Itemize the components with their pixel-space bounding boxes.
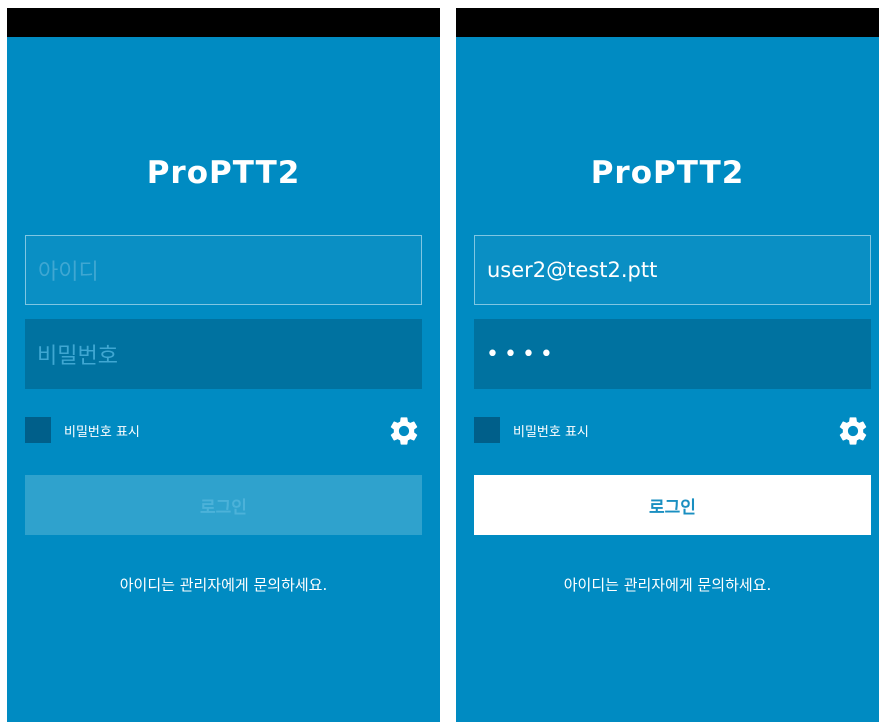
id-input[interactable]: 아이디 bbox=[25, 235, 422, 305]
id-input-value: user2@test2.ptt bbox=[487, 258, 658, 282]
password-input[interactable]: •••• bbox=[474, 319, 871, 389]
show-password-checkbox[interactable] bbox=[474, 417, 500, 443]
help-text: 아이디는 관리자에게 문의하세요. bbox=[119, 576, 328, 594]
gear-icon[interactable] bbox=[387, 414, 421, 448]
id-input-placeholder: 아이디 bbox=[38, 260, 99, 285]
gear-icon[interactable] bbox=[836, 414, 870, 448]
status-bar bbox=[7, 8, 440, 37]
password-input-placeholder: 비밀번호 bbox=[37, 344, 118, 369]
show-password-label: 비밀번호 표시 bbox=[513, 425, 589, 440]
login-button[interactable]: 로그인 bbox=[474, 475, 871, 535]
login-screen-empty: ProPTT2 아이디 비밀번호 비밀번호 표시 로그인 아이디는 관리자에게 … bbox=[7, 8, 440, 722]
app-logo-title: ProPTT2 bbox=[590, 155, 745, 191]
login-screen-filled: ProPTT2 user2@test2.ptt •••• 비밀번호 표시 로그인… bbox=[456, 8, 879, 722]
help-text: 아이디는 관리자에게 문의하세요. bbox=[563, 576, 772, 594]
password-input-value: •••• bbox=[486, 341, 558, 367]
id-input[interactable]: user2@test2.ptt bbox=[474, 235, 871, 305]
show-password-checkbox[interactable] bbox=[25, 417, 51, 443]
app-logo-title: ProPTT2 bbox=[146, 155, 301, 191]
status-bar bbox=[456, 8, 879, 37]
login-button[interactable]: 로그인 bbox=[25, 475, 422, 535]
screenshot-pair: ProPTT2 아이디 비밀번호 비밀번호 표시 로그인 아이디는 관리자에게 … bbox=[0, 0, 879, 722]
show-password-label: 비밀번호 표시 bbox=[64, 425, 140, 440]
password-input[interactable]: 비밀번호 bbox=[25, 319, 422, 389]
